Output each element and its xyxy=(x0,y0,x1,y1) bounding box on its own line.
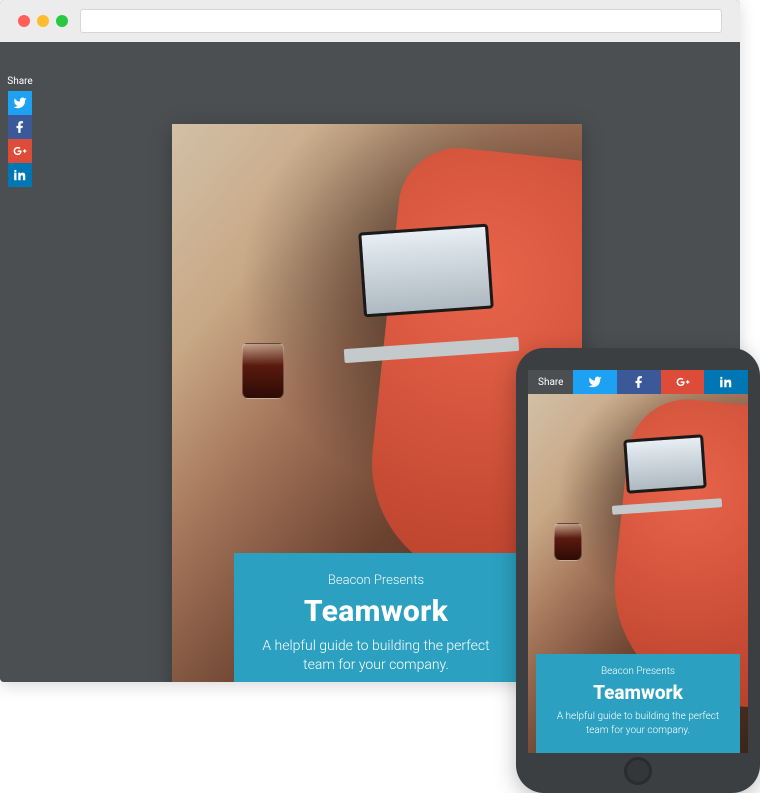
share-label: Share xyxy=(4,74,36,91)
share-bar-vertical: Share xyxy=(4,74,36,187)
subtitle: A helpful guide to building the perfect … xyxy=(256,637,496,676)
phone-home-button[interactable] xyxy=(624,757,652,785)
window-maximize-dot[interactable] xyxy=(56,15,68,27)
title-box: Beacon Presents Teamwork A helpful guide… xyxy=(234,553,518,682)
share-linkedin-button[interactable] xyxy=(704,370,748,394)
facebook-icon xyxy=(13,120,27,134)
phone-hero-card: Beacon Presents Teamwork A helpful guide… xyxy=(528,394,748,753)
googleplus-icon xyxy=(13,144,27,158)
window-close-dot[interactable] xyxy=(18,15,30,27)
googleplus-icon xyxy=(676,375,690,389)
hero-glass xyxy=(554,523,582,561)
hero-laptop-screen xyxy=(358,223,494,317)
twitter-icon xyxy=(13,96,27,110)
share-linkedin-button[interactable] xyxy=(8,163,32,187)
phone-title-box: Beacon Presents Teamwork A helpful guide… xyxy=(536,654,740,753)
phone-device: Share Beacon Presents Te xyxy=(516,348,760,793)
facebook-icon xyxy=(632,375,646,389)
browser-titlebar xyxy=(0,0,740,42)
twitter-icon xyxy=(588,375,602,389)
address-bar[interactable] xyxy=(80,9,722,33)
share-label: Share xyxy=(528,370,573,394)
title: Teamwork xyxy=(548,681,728,704)
subtitle: A helpful guide to building the perfect … xyxy=(548,710,728,737)
phone-screen: Share Beacon Presents Te xyxy=(528,370,748,753)
share-googleplus-button[interactable] xyxy=(661,370,705,394)
hero-laptop-screen xyxy=(623,434,707,493)
share-bar-horizontal: Share xyxy=(528,370,748,394)
share-facebook-button[interactable] xyxy=(8,115,32,139)
window-minimize-dot[interactable] xyxy=(37,15,49,27)
pretitle: Beacon Presents xyxy=(256,573,496,588)
share-twitter-button[interactable] xyxy=(573,370,617,394)
share-twitter-button[interactable] xyxy=(8,91,32,115)
share-facebook-button[interactable] xyxy=(617,370,661,394)
title: Teamwork xyxy=(256,594,496,629)
linkedin-icon xyxy=(719,375,733,389)
linkedin-icon xyxy=(13,168,27,182)
hero-glass xyxy=(242,343,284,399)
window-dots xyxy=(18,15,68,27)
pretitle: Beacon Presents xyxy=(548,666,728,677)
share-googleplus-button[interactable] xyxy=(8,139,32,163)
